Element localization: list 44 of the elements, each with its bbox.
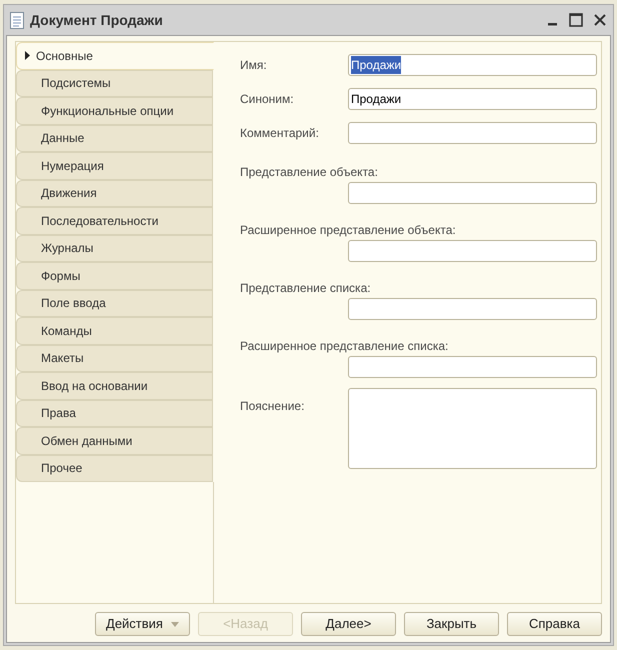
tab[interactable]: Прочее — [16, 454, 213, 482]
arrow-icon — [25, 51, 30, 60]
maximize-icon[interactable] — [569, 13, 583, 27]
dialog-button[interactable]: Закрыть — [404, 612, 499, 636]
text-field[interactable] — [348, 240, 597, 262]
field-label: Пояснение: — [240, 399, 304, 413]
caret-icon — [170, 622, 179, 626]
text-field[interactable]: Продажи — [348, 54, 597, 76]
tab[interactable]: Функциональные опции — [16, 97, 213, 124]
tab[interactable]: Макеты — [16, 344, 213, 372]
tab[interactable]: Последовательности — [16, 207, 213, 234]
tab[interactable]: Поле ввода — [16, 290, 213, 317]
text-field[interactable] — [348, 298, 597, 320]
tab[interactable]: Формы — [16, 262, 213, 290]
field-label: Представление списка: — [240, 281, 371, 295]
dialog-button[interactable]: Далее> — [301, 612, 396, 636]
actions-menu-button[interactable]: Действия — [95, 612, 190, 636]
tab[interactable]: Права — [16, 400, 213, 427]
text-field[interactable] — [348, 182, 597, 204]
field-label: Имя: — [240, 58, 267, 72]
field-label: Синоним: — [240, 92, 294, 106]
tab[interactable]: Основные — [16, 42, 214, 70]
field-label: Комментарий: — [240, 126, 319, 140]
text-field[interactable] — [348, 356, 597, 378]
tab[interactable]: Команды — [16, 317, 213, 344]
field-label: Расширенное представление объекта: — [240, 223, 456, 237]
dialog-button[interactable]: Справка — [507, 612, 602, 636]
field-value: Продажи — [351, 56, 402, 74]
tab[interactable]: Ввод на основании — [16, 372, 213, 400]
tab[interactable]: Подсистемы — [16, 70, 213, 97]
field-label: Расширенное представление списка: — [240, 339, 448, 353]
document-icon — [10, 12, 24, 28]
field-value: Продажи — [351, 91, 402, 108]
tab[interactable]: Движения — [16, 180, 213, 207]
text-field[interactable]: Продажи — [348, 88, 597, 110]
tab[interactable]: Журналы — [16, 234, 213, 262]
field-label: Представление объекта: — [240, 165, 378, 179]
text-area[interactable] — [348, 388, 597, 469]
tab[interactable]: Обмен данными — [16, 427, 213, 454]
tab[interactable]: Нумерация — [16, 152, 213, 180]
close-icon[interactable] — [593, 13, 607, 27]
window-title: Документ Продажи — [30, 10, 164, 30]
tab[interactable]: Данные — [16, 124, 213, 152]
text-field[interactable] — [348, 122, 597, 144]
